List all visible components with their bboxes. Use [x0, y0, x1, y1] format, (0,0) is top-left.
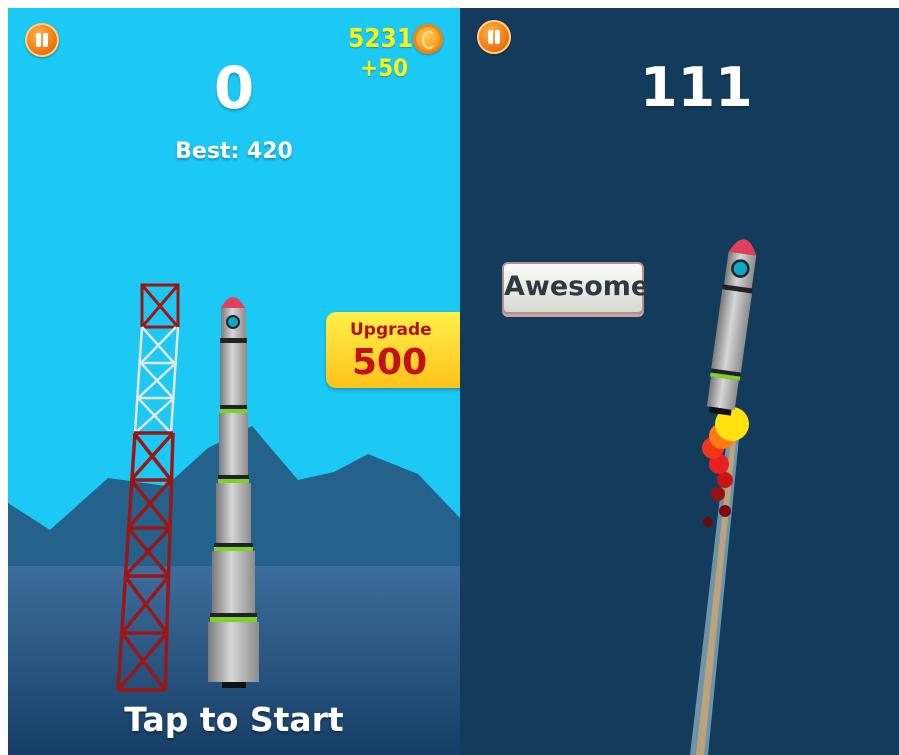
score-display: 0 — [213, 54, 255, 122]
tap-to-start-prompt[interactable]: Tap to Start — [8, 700, 460, 739]
upgrade-cost: 500 — [352, 342, 428, 383]
upgrade-button[interactable]: Upgrade 500 — [326, 312, 460, 388]
pause-button[interactable] — [25, 23, 59, 57]
coin-icon — [413, 24, 443, 54]
awesome-badge: Awesome — [502, 262, 649, 314]
launch-screen[interactable]: 0 Best: 420 5231 +50 Upgrade 500 Tap to … — [8, 8, 460, 755]
score-display: 111 — [640, 56, 753, 119]
exhaust-flames — [702, 407, 749, 527]
coin-total: 5231 — [348, 24, 414, 54]
coin-gain: +50 — [360, 54, 409, 82]
flight-scene — [690, 239, 757, 755]
rocket-in-flight — [706, 239, 757, 416]
pause-button[interactable] — [477, 20, 511, 54]
upgrade-label: Upgrade — [350, 320, 432, 340]
best-score: Best: 420 — [175, 139, 293, 164]
flight-screen[interactable]: 111 Awesome — [460, 8, 899, 755]
